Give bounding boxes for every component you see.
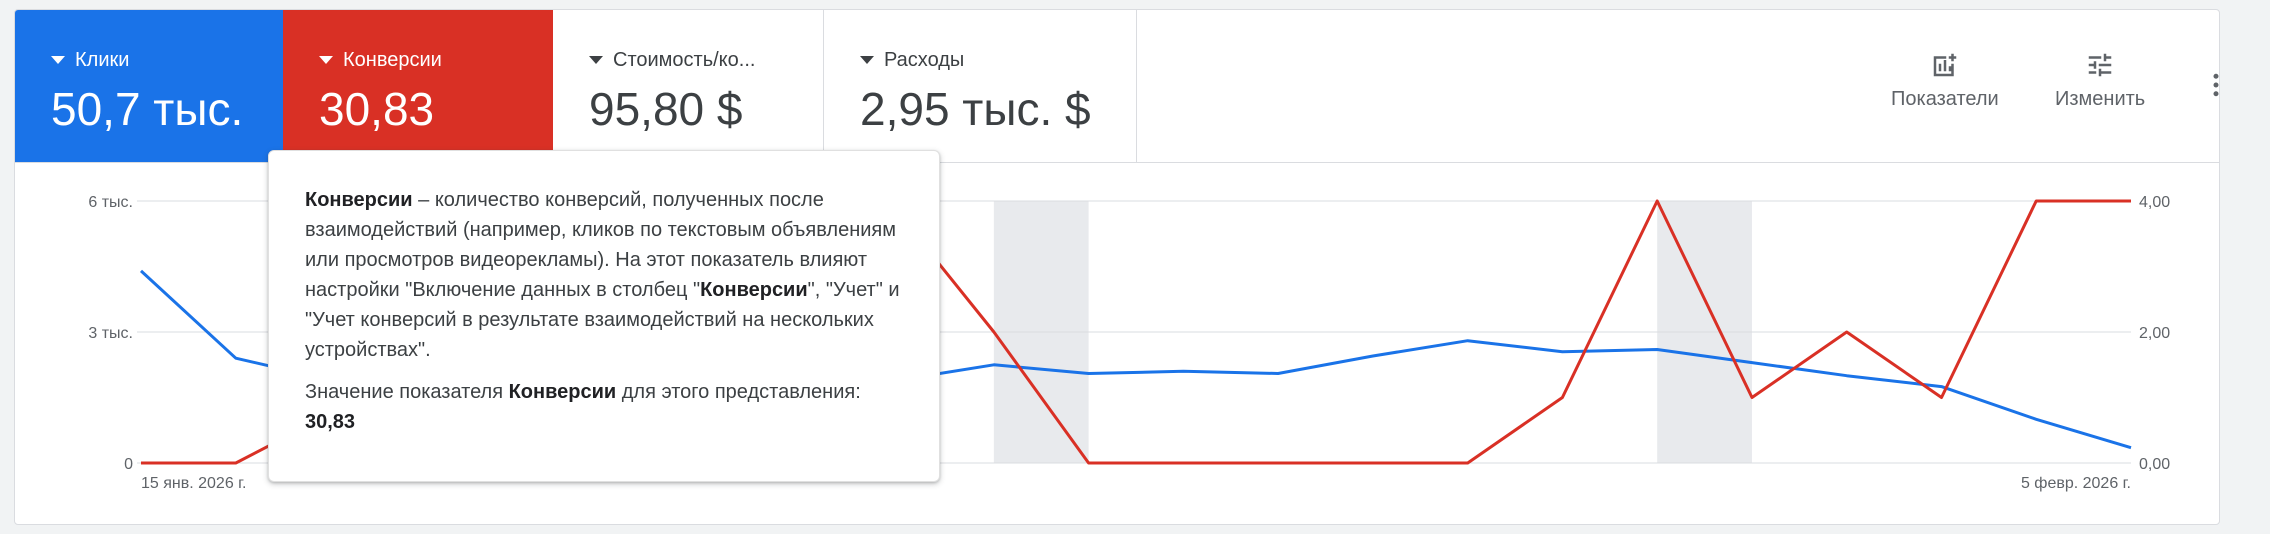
tune-icon (2088, 53, 2112, 77)
metric-value-spend: 2,95 тыс. $ (860, 83, 1091, 135)
tooltip-text-3: Значение показателя (305, 381, 509, 403)
more-vert-icon (2213, 73, 2219, 97)
metrics-button-label: Показатели (1891, 88, 1999, 110)
dropdown-caret-icon (860, 56, 874, 64)
metrics-header: Клики 50,7 тыс. Конверсии 30,83 Стоимост… (15, 10, 2219, 163)
metric-card-conversions[interactable]: Конверсии 30,83 (283, 10, 553, 162)
y-left-tick-2: 6 тыс. (88, 194, 133, 211)
tooltip-value-line: Значение показателя Конверсии для этого … (305, 377, 903, 437)
x-tick-start: 15 янв. 2026 г. (141, 475, 247, 492)
metric-label-clicks: Клики (75, 48, 130, 71)
metric-value-conversions: 30,83 (319, 83, 435, 135)
metric-value-cost-per-conversion: 95,80 $ (589, 83, 743, 135)
metric-label-spend: Расходы (884, 48, 965, 71)
tooltip-term-2: Конверсии (700, 279, 808, 301)
edit-button[interactable]: Изменить (2055, 50, 2145, 111)
edit-button-label: Изменить (2055, 88, 2146, 110)
add-chart-icon (1933, 53, 1957, 77)
metric-card-cost-per-conversion[interactable]: Стоимость/ко... 95,80 $ (553, 10, 824, 162)
metric-label-row: Конверсии (319, 40, 442, 80)
metrics-button[interactable]: Показатели (1891, 50, 1999, 111)
more-options-button[interactable] (2201, 70, 2219, 108)
dropdown-caret-icon (51, 56, 65, 64)
y-left-tick-0: 0 (124, 456, 133, 473)
metric-tooltip: Конверсии – количество конверсий, получе… (268, 150, 940, 482)
metric-label-cost-per-conversion: Стоимость/ко... (613, 48, 756, 71)
tooltip-value: 30,83 (305, 411, 356, 433)
tooltip-term-3: Конверсии (508, 381, 617, 403)
y-right-tick-0: 0,00 (2139, 456, 2170, 473)
metric-label-row: Клики (51, 40, 129, 80)
tooltip-text-4: для этого представления: (616, 381, 861, 403)
metric-label-row: Расходы (860, 40, 964, 80)
dropdown-caret-icon (589, 56, 603, 64)
tooltip-term: Конверсии (305, 189, 413, 211)
metric-label-conversions: Конверсии (343, 48, 442, 71)
metric-card-spend[interactable]: Расходы 2,95 тыс. $ (824, 10, 1137, 162)
dropdown-caret-icon (319, 56, 333, 64)
tooltip-description: Конверсии – количество конверсий, получе… (305, 185, 903, 365)
x-tick-end: 5 февр. 2026 г. (2021, 475, 2131, 492)
y-right-tick-1: 2,00 (2139, 325, 2170, 342)
metric-label-row: Стоимость/ко... (589, 40, 809, 80)
metric-value-clicks: 50,7 тыс. (51, 83, 244, 135)
y-left-tick-1: 3 тыс. (88, 325, 133, 342)
metric-card-clicks[interactable]: Клики 50,7 тыс. (15, 10, 283, 162)
y-right-tick-2: 4,00 (2139, 194, 2170, 211)
